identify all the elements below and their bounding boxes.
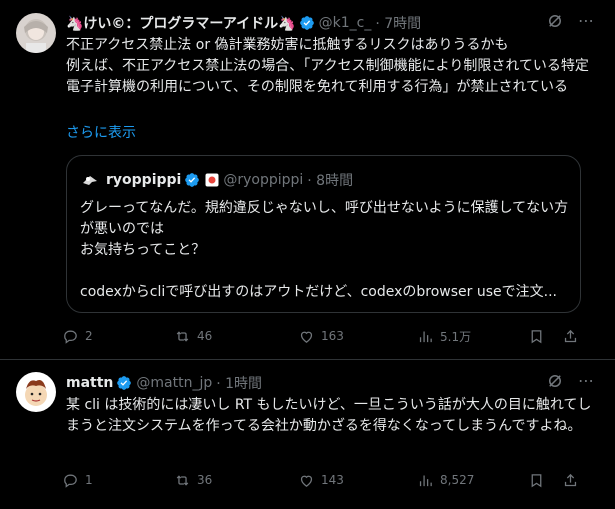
verified-badge-icon — [117, 376, 132, 390]
retweet-count: 46 — [197, 329, 213, 343]
timestamp[interactable]: · 7時間 — [375, 13, 421, 33]
tweet-header: mattn @mattn_jp · 1時間 — [66, 373, 262, 393]
quote-text: グレーってなんだ。規約違反じゃないし、呼び出せないように保護してない方が悪いので… — [80, 200, 569, 300]
author-avatar[interactable] — [16, 13, 56, 53]
tweet-2[interactable]: mattn @mattn_jp · 1時間 ⋯ 某 cli は技術的には凄いし … — [0, 360, 615, 509]
bookmark-button[interactable] — [528, 470, 545, 490]
more-icon[interactable]: ⋯ — [578, 372, 595, 390]
tweet-header: 🦄けい©：プログラマーアイドル🦄 @k1_c_ · 7時間 — [66, 13, 421, 33]
views-icon — [419, 331, 432, 342]
quote-author-avatar — [80, 170, 100, 190]
quoted-tweet[interactable]: ryoppippi @ryoppippi · 8時間 グレーってなんだ。規約違反… — [66, 155, 581, 313]
reply-icon — [64, 474, 77, 488]
view-count: 5.1万 — [440, 329, 472, 344]
author-handle[interactable]: @mattn_jp — [136, 375, 212, 391]
retweet-icon — [176, 330, 189, 342]
retweet-button[interactable]: 36 — [174, 470, 212, 490]
retweet-button[interactable]: 46 — [174, 326, 212, 346]
affiliate-badge-icon — [205, 173, 219, 187]
timestamp[interactable]: · 1時間 — [216, 373, 262, 393]
tweet-actions: 2 46 163 5.1万 — [62, 326, 592, 346]
author-handle[interactable]: @k1_c_ — [319, 15, 372, 31]
bookmark-icon — [531, 329, 542, 343]
views-button[interactable]: 5.1万 — [417, 326, 471, 346]
reply-icon — [64, 330, 77, 344]
quote-author-name: ryoppippi — [106, 172, 182, 188]
tweet-1[interactable]: 🦄けい©：プログラマーアイドル🦄 @k1_c_ · 7時間 ⋯ 不正アクセス禁止… — [0, 0, 615, 359]
quote-header: ryoppippi @ryoppippi · 8時間 — [80, 170, 353, 190]
view-count: 8,527 — [440, 473, 475, 487]
reply-button[interactable]: 1 — [62, 470, 93, 490]
reply-count: 1 — [85, 473, 93, 487]
views-button[interactable]: 8,527 — [417, 470, 474, 490]
like-count: 143 — [321, 473, 344, 487]
retweet-icon — [176, 474, 189, 486]
quote-timestamp: · 8時間 — [307, 173, 354, 189]
grok-icon[interactable] — [546, 12, 564, 30]
verified-badge-icon — [299, 16, 314, 30]
like-button[interactable]: 163 — [298, 326, 344, 346]
share-icon — [564, 473, 577, 486]
tweet-actions: 1 36 143 8,527 — [62, 470, 592, 490]
more-icon[interactable]: ⋯ — [578, 12, 595, 30]
verified-badge-icon — [185, 173, 200, 187]
bookmark-button[interactable] — [528, 326, 545, 346]
like-icon — [300, 475, 313, 487]
share-button[interactable] — [562, 470, 579, 490]
like-button[interactable]: 143 — [298, 470, 344, 490]
like-icon — [300, 331, 313, 343]
retweet-count: 36 — [197, 473, 213, 487]
author-name[interactable]: mattn — [66, 375, 113, 391]
show-more-link[interactable]: さらに表示 — [66, 122, 136, 142]
tweet-text: 某 cli は技術的には凄いし RT もしたいけど、一旦こういう話が大人の目に触… — [66, 397, 592, 434]
author-name[interactable]: 🦄けい©：プログラマーアイドル🦄 — [66, 13, 296, 33]
views-icon — [419, 475, 432, 486]
reply-count: 2 — [85, 329, 93, 343]
share-button[interactable] — [562, 326, 579, 346]
share-icon — [564, 329, 577, 342]
like-count: 163 — [321, 329, 344, 343]
quote-author-handle: @ryoppippi — [223, 172, 304, 188]
author-avatar[interactable] — [16, 372, 56, 412]
tweet-text: 不正アクセス禁止法 or 偽計業務妨害に抵触するリスクはありうるかも 例えば、不… — [66, 37, 589, 95]
reply-button[interactable]: 2 — [62, 326, 93, 346]
grok-icon[interactable] — [546, 372, 564, 390]
bookmark-icon — [531, 473, 542, 487]
